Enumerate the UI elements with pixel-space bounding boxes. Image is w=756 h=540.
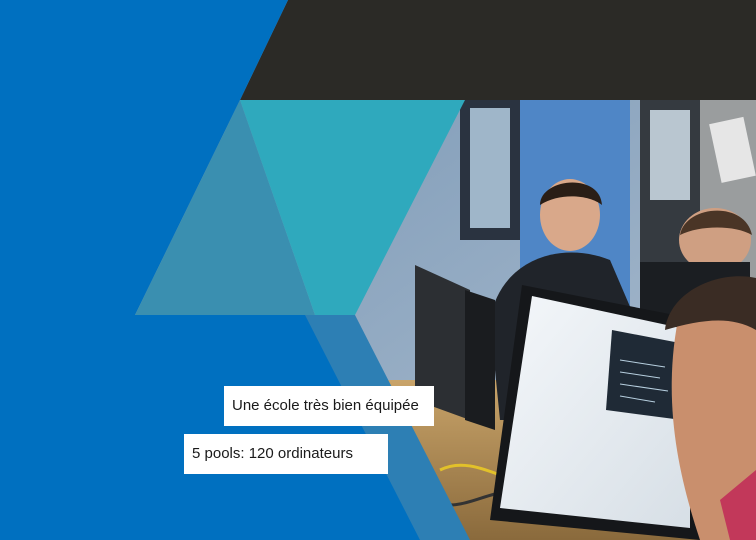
- dark-top-band: [240, 0, 756, 100]
- slide: Une école très bien équipée 5 pools: 120…: [0, 0, 756, 540]
- caption-pools: 5 pools: 120 ordinateurs: [184, 434, 388, 474]
- caption-equipment: Une école très bien équipée: [224, 386, 434, 426]
